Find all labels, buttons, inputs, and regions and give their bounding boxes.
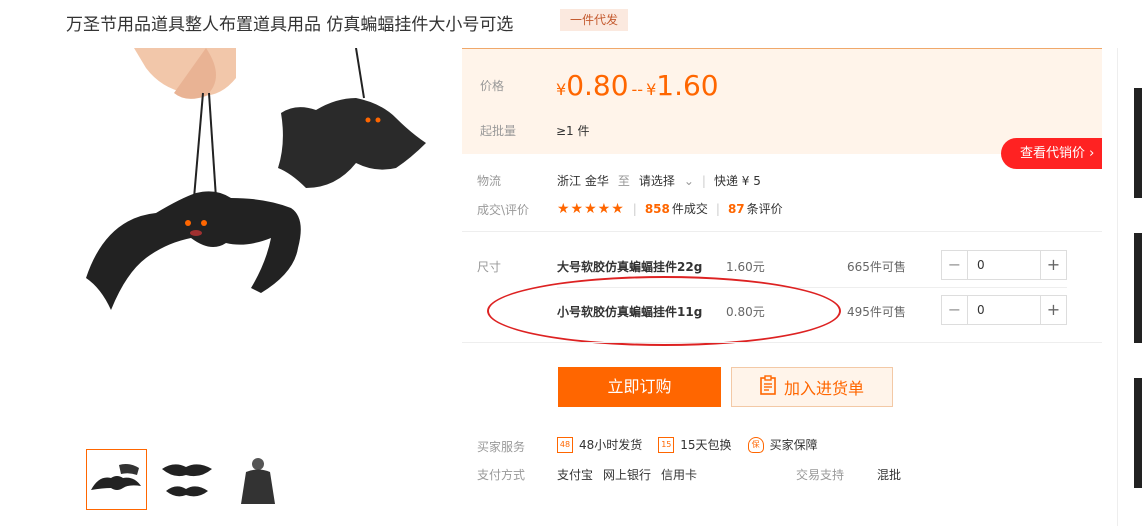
logistics-label: 物流 xyxy=(477,174,502,188)
buy-now-button[interactable]: 立即订购 xyxy=(558,367,721,407)
payment-item: 信用卡 xyxy=(661,468,698,482)
service-item[interactable]: 买家保障 xyxy=(770,436,818,453)
currency-symbol: ¥ xyxy=(646,80,657,99)
sku-stock: 665件可售 xyxy=(847,260,906,274)
size-label: 尺寸 xyxy=(477,260,502,274)
quantity-input[interactable]: 0 xyxy=(968,296,1040,324)
payment-item: 支付宝 xyxy=(557,468,594,482)
section-divider xyxy=(462,342,1102,343)
trade-support-label: 交易支持 xyxy=(796,468,845,482)
price-low: 0.80 xyxy=(566,69,629,102)
sku-price: 1.60元 xyxy=(726,260,765,274)
quantity-input[interactable]: 0 xyxy=(968,251,1040,279)
destination-select[interactable]: 请选择 xyxy=(639,172,675,189)
service-item[interactable]: 15天包换 xyxy=(680,436,731,453)
rating-stars: ★★★★★ xyxy=(557,200,625,217)
price-range: ¥0.80 -- ¥1.60 xyxy=(556,69,719,102)
services-label: 买家服务 xyxy=(477,440,526,454)
add-to-cart-label: 加入进货单 xyxy=(783,379,864,398)
product-title: 万圣节用品道具整人布置道具用品 仿真蝙蝠挂件大小号可选 xyxy=(66,15,514,35)
review-suffix: 条评价 xyxy=(746,202,783,216)
service-item[interactable]: 48小时发货 xyxy=(579,436,642,453)
clipboard-icon xyxy=(760,375,776,399)
batch-value: ≥1 件 xyxy=(556,124,590,138)
deals-info: ★★★★★ | 858 件成交 | 87 条评价 xyxy=(557,200,783,217)
batch-label: 起批量 xyxy=(480,124,517,138)
sku-name: 大号软胶仿真蝙蝠挂件22g xyxy=(557,260,703,274)
deals-label: 成交\评价 xyxy=(477,203,530,217)
payment-methods: 支付宝 网上银行 信用卡 xyxy=(557,466,697,483)
sku-stock: 495件可售 xyxy=(847,305,906,319)
services-list: 48 48小时发货 15 15天包换 保 买家保障 xyxy=(557,436,818,453)
price-dash: -- xyxy=(631,80,644,99)
deal-count[interactable]: 858 xyxy=(645,202,670,216)
logistics-info: 浙江 金华 至 请选择 ⌄ | 快递 ¥ 5 xyxy=(557,172,761,189)
section-divider xyxy=(462,231,1102,232)
thumbnail-strip xyxy=(86,449,289,510)
plus-button[interactable]: + xyxy=(1040,251,1066,279)
shield-icon: 保 xyxy=(747,436,764,453)
thumbnail-1[interactable] xyxy=(86,449,147,510)
main-product-image xyxy=(66,47,444,348)
add-to-cart-button[interactable]: 加入进货单 xyxy=(731,367,893,407)
divider-bar: | xyxy=(632,201,637,216)
recommendation-strip xyxy=(1117,48,1142,526)
price-label: 价格 xyxy=(480,79,505,93)
deal-suffix: 件成交 xyxy=(671,202,708,216)
red-highlight-ellipse xyxy=(487,276,841,346)
view-agent-price-button[interactable]: 查看代销价 › xyxy=(1001,138,1102,169)
payment-item: 网上银行 xyxy=(603,468,652,482)
recommendation-thumbnail[interactable] xyxy=(1134,233,1142,343)
minus-button[interactable]: − xyxy=(942,251,968,279)
price-high: 1.60 xyxy=(656,69,719,102)
thumbnail-2[interactable] xyxy=(157,449,218,510)
divider-bar: | xyxy=(715,201,720,216)
trade-support-value: 混批 xyxy=(877,468,902,482)
express-fee: 快递 ¥ 5 xyxy=(713,174,761,188)
plus-button[interactable]: + xyxy=(1040,296,1066,324)
payment-label: 支付方式 xyxy=(477,468,526,482)
review-count[interactable]: 87 xyxy=(728,202,745,216)
recommendation-thumbnail[interactable] xyxy=(1134,378,1142,488)
thumbnail-3[interactable] xyxy=(228,449,289,510)
ship-from: 浙江 金华 xyxy=(557,174,609,188)
price-panel: 价格 ¥0.80 -- ¥1.60 起批量 ≥1 件 xyxy=(462,48,1102,154)
chevron-down-icon[interactable]: ⌄ xyxy=(684,174,694,188)
quantity-stepper: − 0 + xyxy=(941,295,1067,325)
48-hour-icon: 48 xyxy=(557,436,573,453)
quantity-stepper: − 0 + xyxy=(941,250,1067,280)
agent-button-label: 查看代销价 xyxy=(1020,146,1086,161)
minus-button[interactable]: − xyxy=(942,296,968,324)
currency-symbol: ¥ xyxy=(556,80,567,99)
recommendation-thumbnail[interactable] xyxy=(1134,88,1142,198)
to-word: 至 xyxy=(617,174,630,188)
dropship-tag: 一件代发 xyxy=(560,9,628,31)
chevron-right-icon: › xyxy=(1089,146,1095,161)
15-day-icon: 15 xyxy=(658,436,675,453)
divider-bar: | xyxy=(701,173,706,188)
